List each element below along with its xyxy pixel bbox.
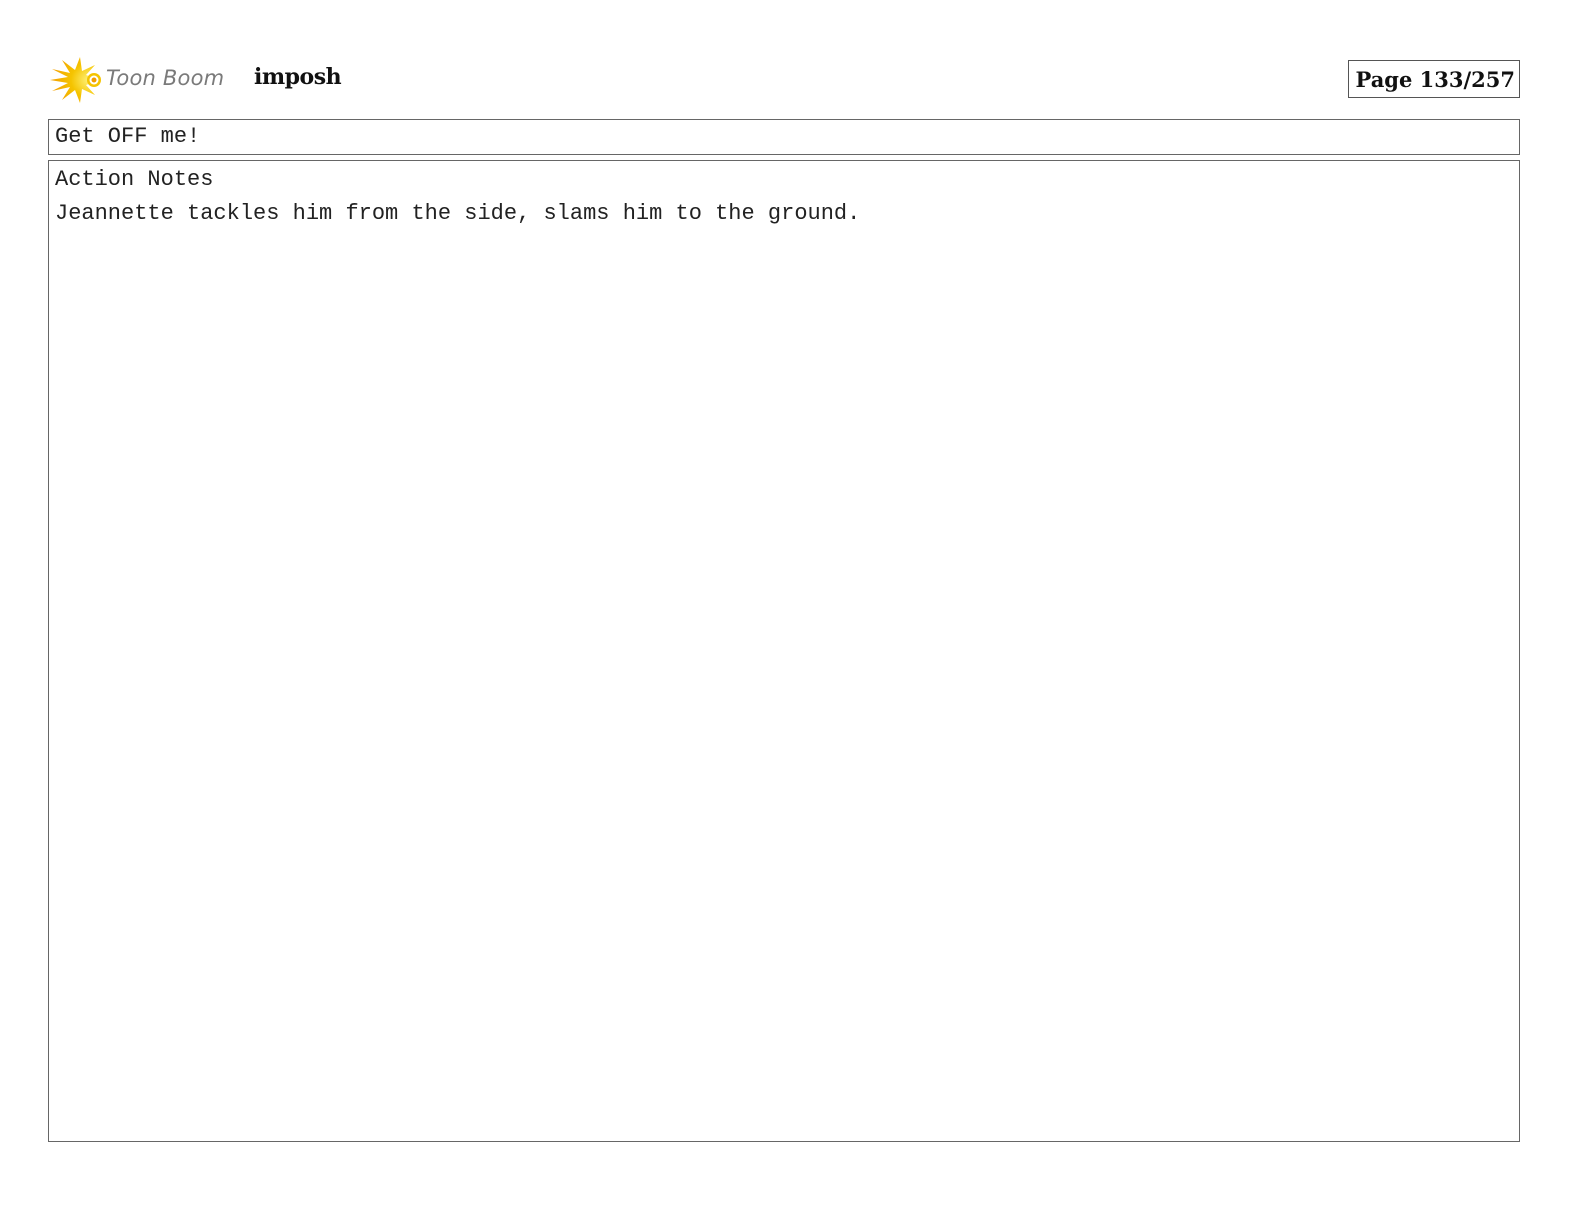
project-title: imposh (254, 64, 342, 90)
dialogue-text: Get OFF me! (55, 124, 201, 149)
action-notes-heading: Action Notes (55, 167, 214, 192)
page-number-badge: Page 133/257 (1348, 60, 1520, 98)
page-header: Toon Boom imposh Page 133/257 (48, 56, 1520, 104)
logo-wordmark: Toon Boom (106, 66, 225, 90)
toon-boom-starburst-icon (50, 57, 101, 103)
dialogue-panel: Get OFF me! (48, 119, 1520, 155)
action-notes-text: Jeannette tackles him from the side, sla… (55, 201, 861, 226)
action-notes-panel: Action Notes Jeannette tackles him from … (48, 160, 1520, 1142)
toon-boom-logo: Toon Boom (50, 56, 250, 104)
